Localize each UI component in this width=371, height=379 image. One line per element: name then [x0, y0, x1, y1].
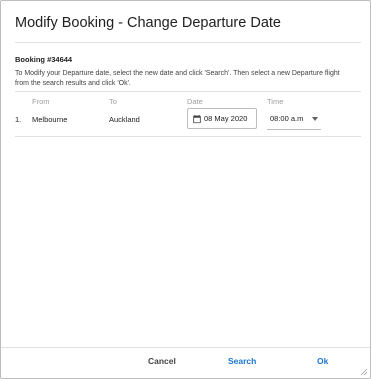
table-top-divider — [15, 91, 361, 92]
ok-button[interactable]: Ok — [317, 356, 328, 366]
header-date: Date — [187, 97, 203, 106]
header-time: Time — [267, 97, 284, 106]
header-from: From — [32, 97, 50, 106]
header-to: To — [109, 97, 117, 106]
time-select-underline — [267, 129, 321, 130]
departure-date-picker[interactable]: 08 May 2020 — [187, 108, 257, 129]
table-bottom-divider — [15, 136, 361, 137]
row-from: Melbourne — [32, 115, 68, 124]
departure-time-select[interactable]: 08:00 a.m — [267, 108, 321, 129]
title-divider — [15, 42, 361, 43]
search-button[interactable]: Search — [228, 356, 256, 366]
departure-date-value: 08 May 2020 — [204, 114, 248, 123]
chevron-down-icon[interactable] — [312, 117, 318, 121]
departure-time-value: 08:00 a.m — [270, 114, 304, 123]
dialog-title: Modify Booking - Change Departure Date — [15, 15, 281, 31]
row-to: Auckland — [109, 115, 140, 124]
cancel-button[interactable]: Cancel — [148, 356, 176, 366]
booking-number: Booking #34644 — [15, 55, 73, 64]
row-index: 1. — [15, 115, 22, 124]
resize-grip-icon[interactable] — [360, 368, 368, 376]
instructions-text: To Modify your Departure date, select th… — [15, 70, 340, 87]
calendar-icon[interactable] — [192, 114, 202, 124]
modify-booking-dialog: Modify Booking - Change Departure Date B… — [0, 0, 371, 379]
footer-divider — [1, 347, 370, 348]
